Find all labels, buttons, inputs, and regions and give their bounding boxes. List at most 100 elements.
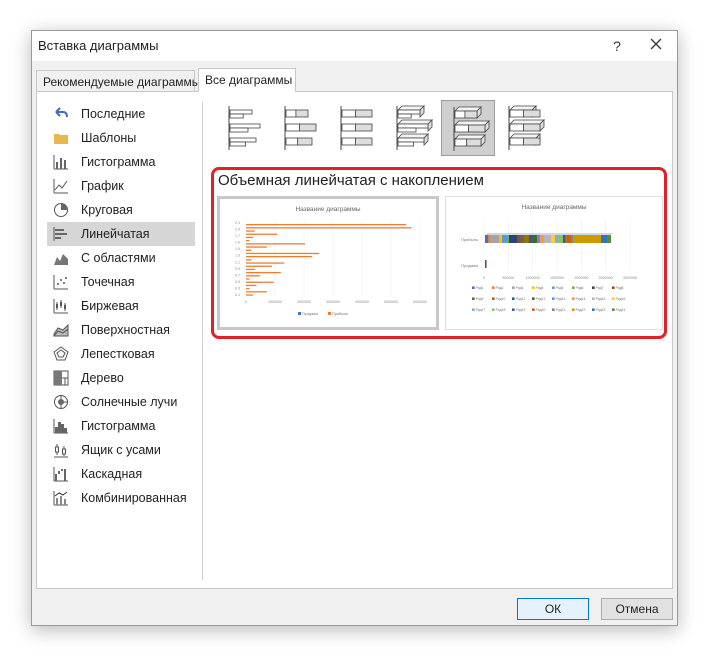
scatter-chart-icon	[53, 274, 69, 290]
sidebar-item-stock-chart[interactable]: Биржевая	[47, 294, 195, 318]
preview-1-x-tick: 2000000	[297, 300, 311, 304]
preview-2-bar-segment	[563, 235, 565, 243]
preview-2-legend-label: Ряд12	[536, 297, 546, 301]
sidebar-item-scatter-chart[interactable]: Точечная	[47, 270, 195, 294]
preview-2-x-tick: 3000000	[623, 276, 637, 280]
preview-2-x-tick: 1000000	[526, 276, 540, 280]
preview-2-legend-swatch	[472, 297, 475, 300]
sidebar-item-radar-chart[interactable]: Лепестковая	[47, 342, 195, 366]
preview-1-bar	[246, 249, 252, 251]
subtype-100-stacked-bar[interactable]	[329, 100, 383, 156]
sidebar-item-label: Поверхностная	[81, 323, 170, 337]
sidebar-item-label: Линейчатая	[81, 227, 150, 241]
preview-2-bar-segment	[551, 235, 555, 243]
preview-2-legend-swatch	[612, 297, 615, 300]
preview-2-legend-label: Ряд20	[536, 308, 546, 312]
preview-1-y-tick: 0.5	[235, 280, 240, 284]
sidebar-item-label: С областями	[81, 251, 156, 265]
preview-1-bar	[246, 240, 250, 242]
preview-1-bar	[246, 275, 260, 277]
sunburst-icon	[53, 394, 69, 410]
preview-2-bar-segment	[507, 235, 509, 243]
preview-2-legend-label: Ряд16	[616, 297, 626, 301]
preview-2-bar-segment	[485, 235, 488, 243]
sidebar-item-area-chart[interactable]: С областями	[47, 246, 195, 270]
subtype-clustered-bar[interactable]	[217, 100, 271, 156]
sidebar-item-folder[interactable]: Шаблоны	[47, 126, 195, 150]
preview-2-legend-swatch	[612, 286, 615, 289]
preview-1-bar	[246, 262, 285, 264]
sidebar-item-undo-arrow[interactable]: Последние	[47, 102, 195, 126]
tab-recommended-charts[interactable]: Рекомендуемые диаграммы	[36, 70, 200, 92]
preview-2-legend-label: Ряд2	[496, 286, 504, 290]
dialog-title: Вставка диаграммы	[38, 38, 159, 53]
preview-2-legend-swatch	[492, 308, 495, 311]
sidebar-item-line-chart[interactable]: График	[47, 174, 195, 198]
preview-2-bar-segment	[490, 235, 499, 243]
subtype-stacked-bar[interactable]	[273, 100, 327, 156]
cancel-button[interactable]: Отмена	[601, 598, 673, 620]
preview-2-legend-swatch	[592, 286, 595, 289]
preview-1-bar	[246, 272, 281, 274]
preview-1-y-tick: 2.3	[235, 221, 240, 225]
preview-2-bar-segment	[540, 235, 544, 243]
sidebar-item-waterfall[interactable]: Каскадная	[47, 462, 195, 486]
sidebar-item-pie-chart[interactable]: Круговая	[47, 198, 195, 222]
sidebar-item-label: Солнечные лучи	[81, 395, 178, 409]
preview-1-bar	[246, 256, 313, 258]
preview-1-bar	[246, 246, 267, 248]
preview-1-bar	[246, 230, 255, 232]
sidebar-item-label: Последние	[81, 107, 146, 121]
chart-preview-2[interactable]: Название диаграммы 0 500000 1000000 1500000 2…	[445, 196, 663, 330]
stacked-bar-icon	[284, 106, 317, 150]
pie-chart-icon	[53, 202, 69, 218]
preview-2-bar-segment	[499, 235, 502, 243]
preview-1-y-tick: 0.3	[235, 286, 240, 290]
preview-2-legend-swatch	[512, 297, 515, 300]
help-button[interactable]: ?	[607, 36, 627, 56]
undo-arrow-icon	[53, 106, 69, 122]
preview-1-x-tick: 1000000	[268, 300, 282, 304]
sidebar-item-treemap[interactable]: Дерево	[47, 366, 195, 390]
sidebar-item-column-chart[interactable]: Гистограмма	[47, 150, 195, 174]
sidebar-item-box-whisker[interactable]: Ящик с усами	[47, 438, 195, 462]
sidebar-item-combo-chart[interactable]: Комбинированная	[47, 486, 195, 510]
preview-1-title: Название диаграммы	[295, 206, 360, 213]
sidebar-item-histogram[interactable]: Гистограмма	[47, 414, 195, 438]
preview-2-bar-segment	[573, 235, 601, 243]
sidebar-item-bar-chart[interactable]: Линейчатая	[47, 222, 195, 246]
close-icon	[650, 38, 662, 50]
preview-2-legend-swatch	[532, 308, 535, 311]
preview-2-legend-label: Ряд5	[556, 286, 564, 290]
preview-1-legend-label: Прибыль	[332, 312, 348, 316]
tab-all-charts[interactable]: Все диаграммы	[198, 68, 296, 92]
sidebar-divider	[202, 102, 203, 580]
preview-2-bar-segment	[601, 235, 607, 243]
preview-1-x-tick: 0	[245, 300, 247, 304]
ok-button[interactable]: ОК	[517, 598, 589, 620]
subtype-3d-stacked-bar[interactable]	[441, 100, 495, 156]
preview-2-legend-swatch	[472, 308, 475, 311]
chart-preview-1[interactable]: Название диаграммы 0 1000000 2000000 3000000…	[217, 196, 439, 330]
preview-1-x-tick: 4000000	[355, 300, 369, 304]
preview-2-x-tick: 500000	[502, 276, 514, 280]
preview-2-legend-label: Ряд21	[556, 308, 566, 312]
sidebar-item-label: Каскадная	[81, 467, 143, 481]
preview-1-y-tick: 1.9	[235, 228, 240, 232]
preview-2-legend-label: Ряд18	[496, 308, 506, 312]
preview-1-legend-swatch	[328, 312, 331, 315]
preview-2-legend-swatch	[552, 308, 555, 311]
preview-1-legend-swatch	[298, 312, 301, 315]
subtype-3d-clustered-bar[interactable]	[385, 100, 439, 156]
preview-2-bar-segment	[571, 235, 573, 243]
preview-2-bar-segment	[502, 235, 507, 243]
subtype-3d-100-stacked-bar[interactable]	[497, 100, 551, 156]
close-button[interactable]	[646, 36, 666, 56]
sidebar-item-sunburst[interactable]: Солнечные лучи	[47, 390, 195, 414]
sidebar-item-surface-chart[interactable]: Поверхностная	[47, 318, 195, 342]
folder-icon	[53, 130, 69, 146]
preview-2-bar-segment	[529, 235, 531, 243]
preview-1-y-tick: 1.1	[235, 260, 240, 264]
preview-1-bar	[246, 278, 250, 280]
preview-1-x-tick: 6000000	[413, 300, 427, 304]
